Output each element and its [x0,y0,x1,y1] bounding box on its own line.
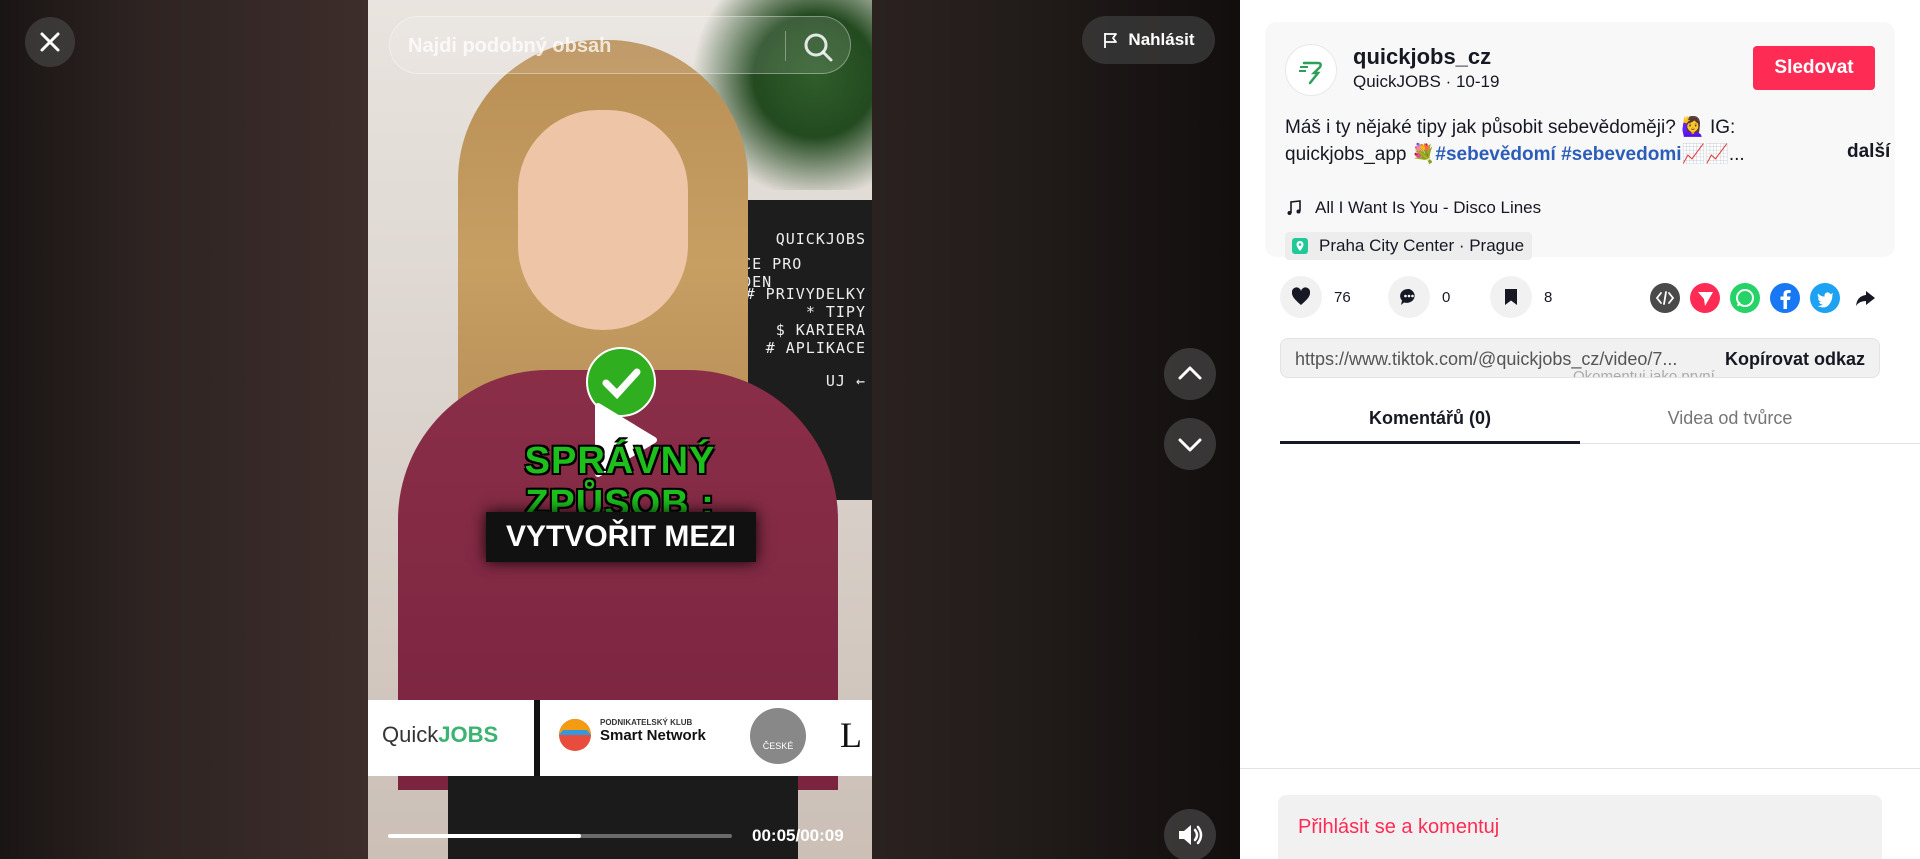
club-small-text: PODNIKATELSKÝ KLUB [600,718,693,727]
board-line: * TIPY [805,303,866,321]
twitter-icon[interactable] [1810,283,1840,313]
tab-creator-videos[interactable]: Videa od tvůrce [1580,408,1880,429]
whatsapp-icon[interactable] [1730,283,1760,313]
facebook-icon[interactable] [1770,283,1800,313]
like-count: 76 [1334,288,1351,306]
blurred-background-left [0,0,368,859]
comment-stat[interactable]: 0 [1388,276,1450,318]
hashtag-link[interactable]: #sebevedomi [1561,144,1681,165]
video-time: 00:05/00:09 [752,826,844,845]
video-description: Máš i ty nějaké tipy jak působit sebevěd… [1285,114,1785,168]
save-stat[interactable]: 8 [1490,276,1552,318]
location-text: Praha City Center · Prague [1319,236,1525,255]
volume-icon [1179,825,1203,845]
tab-comments[interactable]: Komentářů (0) [1280,408,1580,429]
divider [1240,768,1920,769]
location-chip[interactable]: Praha City Center · Prague [1285,232,1533,260]
smart-network-logo-icon [559,719,591,751]
avatar[interactable] [1285,44,1337,96]
video-info-card: quickjobs_cz QuickJOBS · 10-19 Sledovat … [1265,22,1895,260]
video-link-url[interactable]: https://www.tiktok.com/@quickjobs_cz/vid… [1295,349,1677,370]
video-link-box[interactable]: https://www.tiktok.com/@quickjobs_cz/vid… [1280,338,1880,378]
chevron-up-icon [1178,366,1202,380]
report-label: Nahlásit [1128,30,1195,49]
smart-network-sponsor: PODNIKATELSKÝ KLUB Smart Network [600,718,706,745]
sponsor-strip: QuickJOBS PODNIKATELSKÝ KLUB Smart Netwo… [368,700,872,776]
comment-first-hint: Okomentuj jako první [1573,368,1715,378]
hashtag-link[interactable]: #sebevědomí [1435,144,1555,165]
creator-subline: QuickJOBS · 10-19 [1353,72,1500,91]
board-line: UJ ← [825,372,866,390]
copy-link-button[interactable]: Kopírovat odkaz [1725,349,1865,370]
heart-icon[interactable] [1280,276,1322,318]
quickjobs-logo-icon [1299,61,1322,85]
search-input[interactable]: Najdi podobný obsah [408,35,611,58]
login-to-comment-box[interactable]: Přihlásit se a komentuj [1278,795,1882,859]
comment-count: 0 [1442,288,1451,306]
comment-icon[interactable] [1388,276,1430,318]
l-sponsor-logo: L [840,715,862,755]
save-count: 8 [1544,288,1553,306]
active-tab-indicator [1280,441,1580,444]
quickjobs-jobs-text: JOBS [438,722,499,747]
volume-button[interactable] [1164,809,1216,859]
video-progress-bar[interactable] [388,834,732,838]
login-to-comment-link[interactable]: Přihlásit se a komentuj [1298,816,1499,839]
music-title: All I Want Is You - Disco Lines [1315,198,1542,217]
description-suffix: 📈📈... [1681,144,1745,165]
share-arrow-icon[interactable] [1850,283,1880,313]
flag-icon [1104,33,1118,48]
board-line: # PRIVYDELKY [745,285,866,303]
embed-icon[interactable] [1650,283,1680,313]
location-pin-icon [1292,238,1308,254]
follow-button[interactable]: Sledovat [1753,46,1875,90]
board-line: QUICKJOBS [775,230,866,248]
search-icon[interactable] [802,31,834,63]
music-row[interactable]: All I Want Is You - Disco Lines [1285,198,1541,218]
search-divider [785,31,786,61]
club-big-text: Smart Network [600,727,706,744]
chevron-down-icon [1178,438,1202,452]
person-face [518,110,688,330]
close-icon [40,32,60,52]
search-bar[interactable]: Najdi podobný obsah [389,16,851,74]
previous-video-button[interactable] [1164,348,1216,400]
bookmark-icon[interactable] [1490,276,1532,318]
board-line: # APLIKACE [765,339,866,357]
next-video-button[interactable] [1164,418,1216,470]
quickjobs-quick-text: Quick [382,722,439,747]
quickjobs-sponsor-logo: QuickJOBS [382,722,498,748]
more-link[interactable]: další [1847,141,1890,163]
ceske-sponsor-logo: ČESKÉ [750,708,806,764]
creator-handle[interactable]: quickjobs_cz [1353,44,1491,70]
sponsor-separator [534,700,540,776]
send-icon[interactable] [1690,283,1720,313]
video-caption-line2: VYTVOŘIT MEZI [486,512,756,562]
board-line: $ KARIERA [775,321,866,339]
like-stat[interactable]: 76 [1280,276,1351,318]
panel-tabs: Komentářů (0) Videa od tvůrce [1280,400,1920,444]
report-button[interactable]: Nahlásit [1082,16,1215,64]
details-panel: quickjobs_cz QuickJOBS · 10-19 Sledovat … [1240,0,1920,859]
close-button[interactable] [25,17,75,67]
video-progress-fill [388,834,581,838]
music-note-icon [1287,200,1301,215]
video-stage: QUICKJOBS PRACE PRO STUDEN # PRIVYDELKY … [0,0,1240,859]
